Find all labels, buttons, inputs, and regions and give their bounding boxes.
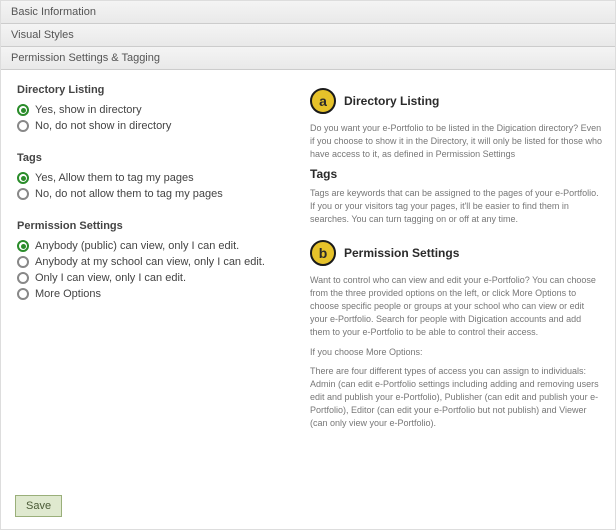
radio-icon bbox=[17, 288, 29, 300]
permission-settings-title: Permission Settings bbox=[17, 220, 292, 232]
radio-icon bbox=[17, 172, 29, 184]
radio-icon bbox=[17, 188, 29, 200]
directory-listing-group: Directory Listing Yes, show in directory… bbox=[17, 84, 292, 132]
directory-option-no[interactable]: No, do not show in directory bbox=[17, 120, 292, 132]
help-text: Tags are keywords that can be assigned t… bbox=[310, 187, 603, 226]
help-text: Want to control who can view and edit yo… bbox=[310, 274, 603, 339]
option-label: Anybody at my school can view, only I ca… bbox=[35, 256, 265, 268]
radio-icon bbox=[17, 120, 29, 132]
tags-group: Tags Yes, Allow them to tag my pages No,… bbox=[17, 152, 292, 200]
option-label: Anybody (public) can view, only I can ed… bbox=[35, 240, 239, 252]
help-text: Do you want your e-Portfolio to be liste… bbox=[310, 122, 603, 161]
help-title: Directory Listing bbox=[344, 94, 439, 108]
help-directory: a Directory Listing Do you want your e-P… bbox=[310, 88, 603, 226]
perm-option-public[interactable]: Anybody (public) can view, only I can ed… bbox=[17, 240, 292, 252]
settings-page: Basic Information Visual Styles Permissi… bbox=[0, 0, 616, 530]
content-area: Directory Listing Yes, show in directory… bbox=[1, 70, 615, 452]
perm-option-school[interactable]: Anybody at my school can view, only I ca… bbox=[17, 256, 292, 268]
help-head: b Permission Settings bbox=[310, 240, 603, 266]
accordion-permission-tagging[interactable]: Permission Settings & Tagging bbox=[1, 47, 615, 70]
help-text: There are four different types of access… bbox=[310, 365, 603, 430]
accordion-basic-info[interactable]: Basic Information bbox=[1, 1, 615, 24]
option-label: No, do not allow them to tag my pages bbox=[35, 188, 223, 200]
badge-a-icon: a bbox=[310, 88, 336, 114]
help-text-intro: If you choose More Options: bbox=[310, 346, 603, 359]
radio-icon bbox=[17, 240, 29, 252]
help-permission: b Permission Settings Want to control wh… bbox=[310, 240, 603, 430]
option-label: Yes, Allow them to tag my pages bbox=[35, 172, 194, 184]
right-column: a Directory Listing Do you want your e-P… bbox=[310, 84, 603, 444]
permission-settings-group: Permission Settings Anybody (public) can… bbox=[17, 220, 292, 300]
radio-icon bbox=[17, 104, 29, 116]
help-title: Permission Settings bbox=[344, 246, 459, 260]
directory-listing-title: Directory Listing bbox=[17, 84, 292, 96]
option-label: More Options bbox=[35, 288, 101, 300]
radio-icon bbox=[17, 272, 29, 284]
option-label: No, do not show in directory bbox=[35, 120, 171, 132]
option-label: Yes, show in directory bbox=[35, 104, 142, 116]
perm-option-more[interactable]: More Options bbox=[17, 288, 292, 300]
accordion-visual-styles[interactable]: Visual Styles bbox=[1, 24, 615, 47]
option-label: Only I can view, only I can edit. bbox=[35, 272, 186, 284]
directory-option-yes[interactable]: Yes, show in directory bbox=[17, 104, 292, 116]
left-column: Directory Listing Yes, show in directory… bbox=[17, 84, 292, 444]
help-tags-title: Tags bbox=[310, 167, 603, 181]
tags-option-yes[interactable]: Yes, Allow them to tag my pages bbox=[17, 172, 292, 184]
tags-option-no[interactable]: No, do not allow them to tag my pages bbox=[17, 188, 292, 200]
radio-icon bbox=[17, 256, 29, 268]
save-button[interactable]: Save bbox=[15, 495, 62, 517]
tags-title: Tags bbox=[17, 152, 292, 164]
help-head: a Directory Listing bbox=[310, 88, 603, 114]
badge-b-icon: b bbox=[310, 240, 336, 266]
perm-option-onlyme[interactable]: Only I can view, only I can edit. bbox=[17, 272, 292, 284]
